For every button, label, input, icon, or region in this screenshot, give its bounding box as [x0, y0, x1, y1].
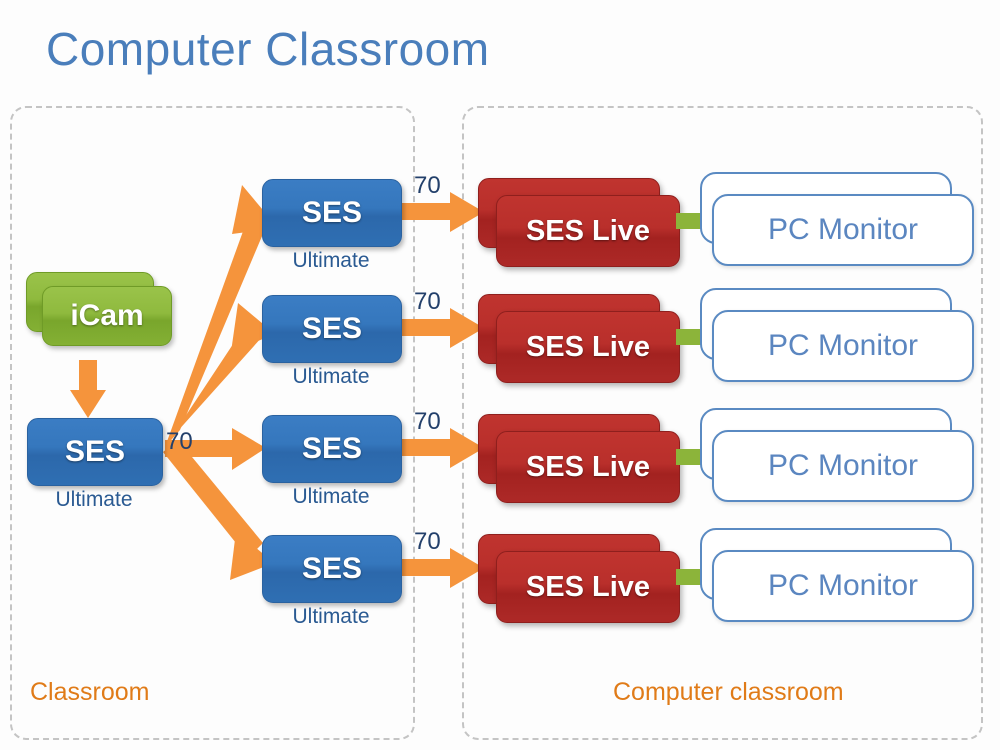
ses-live-front-plate-2: SES Live [496, 311, 680, 383]
bandwidth-label-row-2: 70 [414, 288, 441, 315]
pc-monitor-node-3[interactable]: PC Monitor [700, 408, 975, 504]
relay-ses-sublabel-4: Ultimate [292, 605, 370, 628]
relay-ses-node-2[interactable]: SES Ultimate [262, 295, 402, 388]
relay-ses-label-2: SES [301, 312, 363, 345]
relay-ses-box-3: SES [262, 415, 402, 483]
pc-monitor-label-3: PC Monitor [767, 449, 919, 482]
pc-monitor-front-plate-3: PC Monitor [712, 430, 974, 502]
ses-live-node-2[interactable]: SES Live [478, 294, 680, 383]
relay-ses-node-1[interactable]: SES Ultimate [262, 179, 402, 272]
icam-node[interactable]: iCam [26, 272, 178, 346]
pc-monitor-front-plate-2: PC Monitor [712, 310, 974, 382]
pc-monitor-node-1[interactable]: PC Monitor [700, 172, 975, 268]
relay-ses-box-1: SES [262, 179, 402, 247]
ses-live-label-2: SES Live [525, 330, 651, 363]
ses-live-front-plate-4: SES Live [496, 551, 680, 623]
relay-ses-box-4: SES [262, 535, 402, 603]
hub-ses-node[interactable]: SES Ultimate [27, 418, 163, 511]
bandwidth-label-row-4: 70 [414, 528, 441, 555]
relay-ses-node-3[interactable]: SES Ultimate [262, 415, 402, 508]
relay-ses-label-1: SES [301, 196, 363, 229]
relay-ses-label-4: SES [301, 552, 363, 585]
hub-ses-sublabel: Ultimate [55, 488, 133, 511]
pc-monitor-front-plate-1: PC Monitor [712, 194, 974, 266]
ses-live-node-3[interactable]: SES Live [478, 414, 680, 503]
ses-live-node-4[interactable]: SES Live [478, 534, 680, 623]
panel-label-classroom: Classroom [30, 678, 150, 706]
bandwidth-label-row-1: 70 [414, 172, 441, 199]
ses-live-node-1[interactable]: SES Live [478, 178, 680, 267]
relay-ses-sublabel-1: Ultimate [292, 249, 370, 272]
ses-live-label-4: SES Live [525, 570, 651, 603]
hub-ses-box: SES [27, 418, 163, 486]
bandwidth-label-hub: 70 [166, 428, 193, 455]
icam-front-plate: iCam [42, 286, 172, 346]
relay-ses-sublabel-2: Ultimate [292, 365, 370, 388]
ses-live-label-3: SES Live [525, 450, 651, 483]
pc-monitor-front-plate-4: PC Monitor [712, 550, 974, 622]
pc-monitor-label-2: PC Monitor [767, 329, 919, 362]
bandwidth-label-row-3: 70 [414, 408, 441, 435]
relay-ses-sublabel-3: Ultimate [292, 485, 370, 508]
page-title: Computer Classroom [46, 23, 490, 75]
pc-monitor-node-2[interactable]: PC Monitor [700, 288, 975, 384]
pc-monitor-node-4[interactable]: PC Monitor [700, 528, 975, 624]
pc-monitor-label-1: PC Monitor [767, 213, 919, 246]
ses-live-front-plate-1: SES Live [496, 195, 680, 267]
icam-label: iCam [70, 299, 144, 332]
pc-monitor-label-4: PC Monitor [767, 569, 919, 602]
ses-live-front-plate-3: SES Live [496, 431, 680, 503]
relay-ses-box-2: SES [262, 295, 402, 363]
relay-ses-label-3: SES [301, 432, 363, 465]
relay-ses-node-4[interactable]: SES Ultimate [262, 535, 402, 628]
ses-live-label-1: SES Live [525, 214, 651, 247]
panel-label-computer-classroom: Computer classroom [613, 678, 844, 706]
hub-ses-label: SES [64, 435, 126, 468]
diagram-canvas: Computer Classroom iCam SES Ultimate 70 … [0, 0, 1000, 750]
